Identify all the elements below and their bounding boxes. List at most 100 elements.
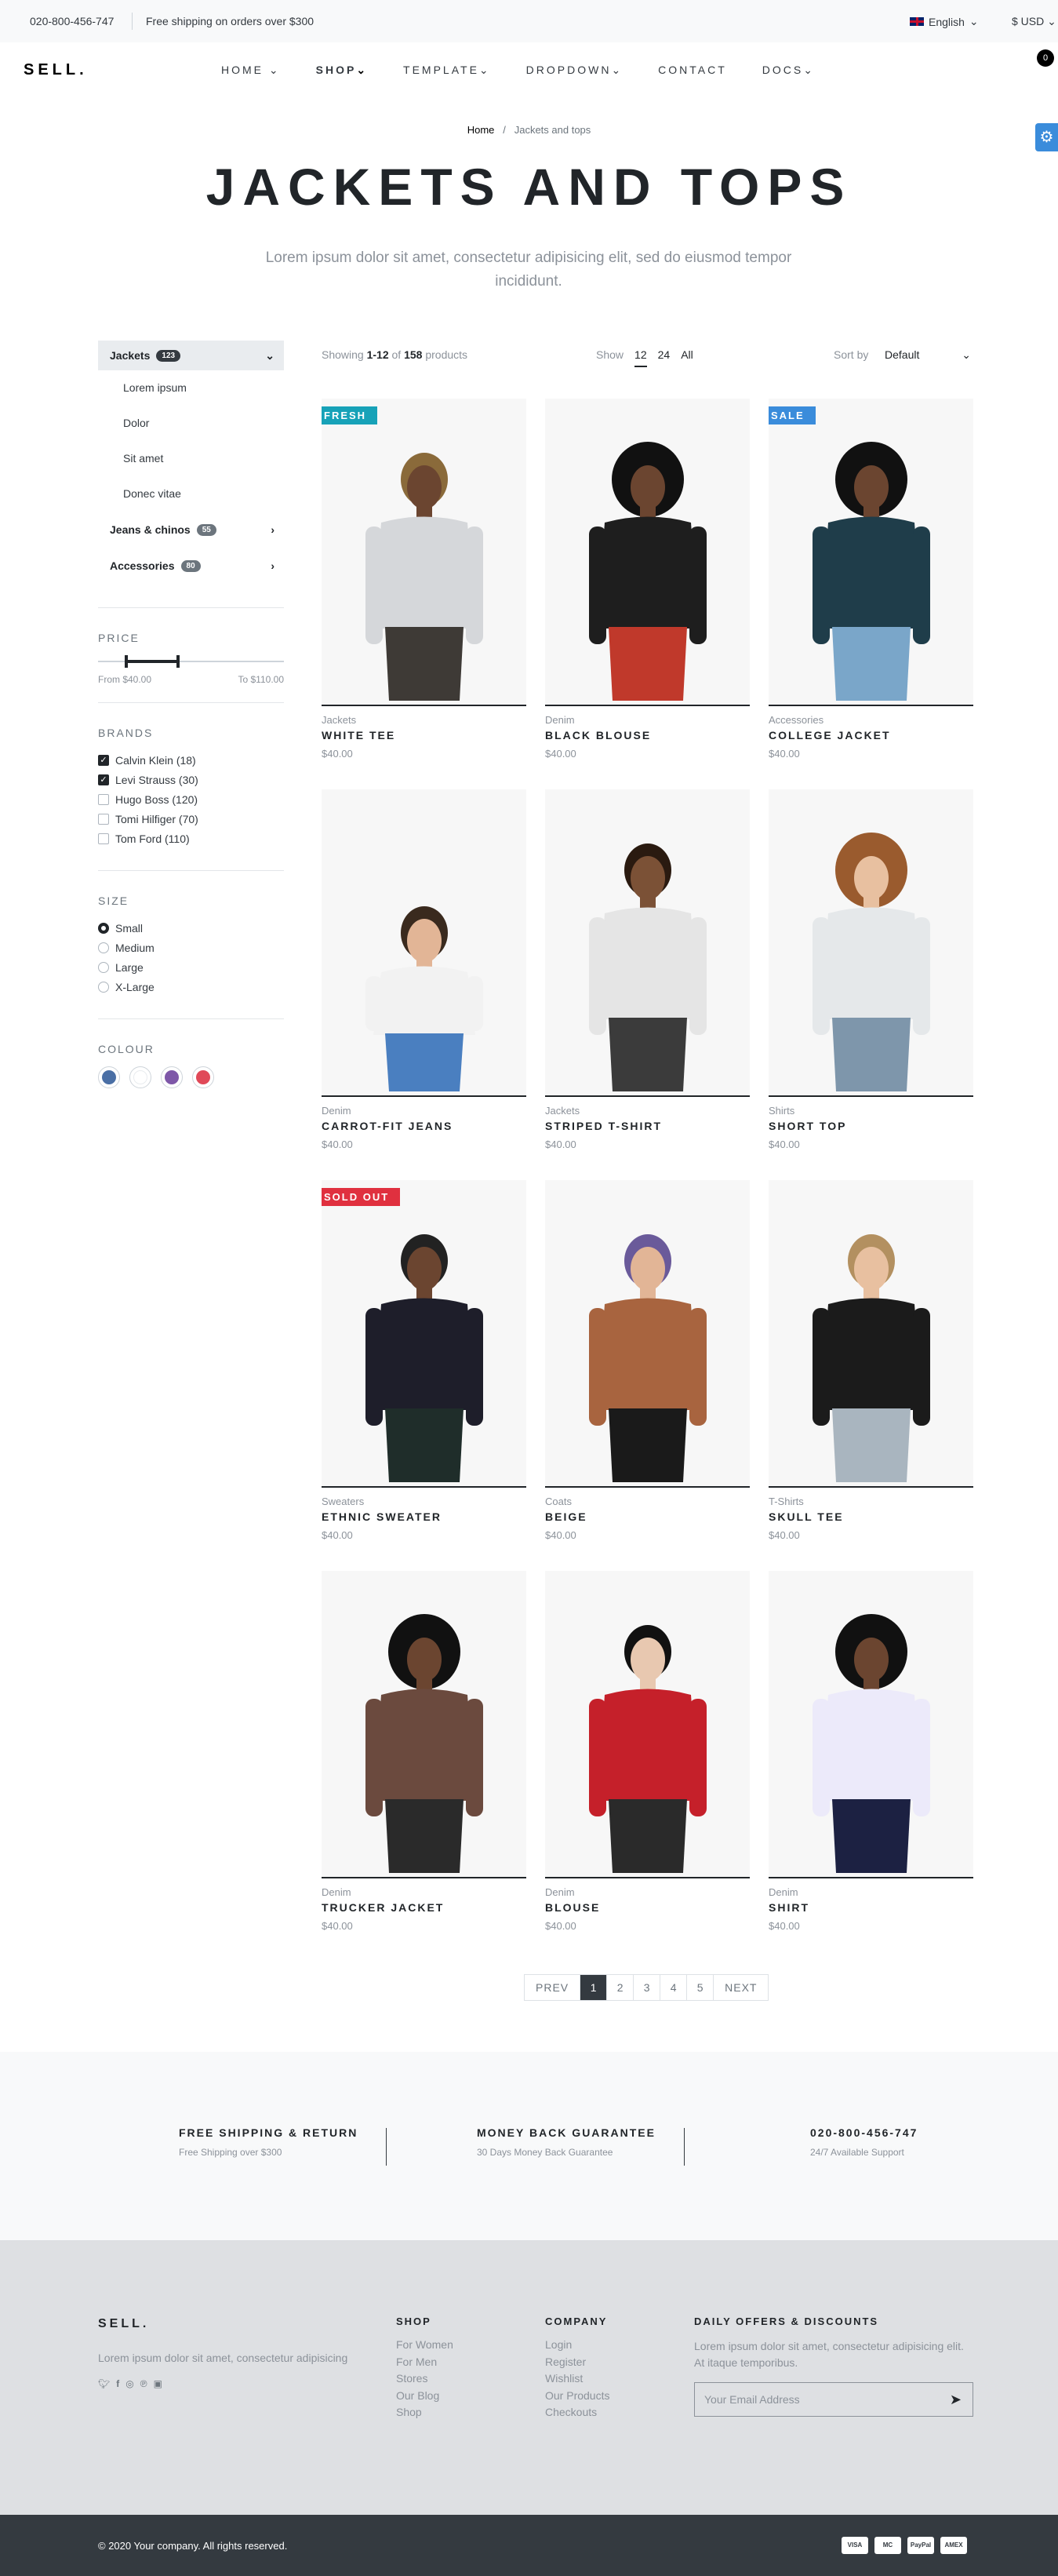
radio-dot[interactable]: [98, 981, 109, 993]
category-accessories[interactable]: Accessories 80 ›: [98, 551, 284, 581]
subcategory-item[interactable]: Lorem ipsum: [98, 370, 284, 406]
pinterest-icon[interactable]: ℗: [140, 2378, 147, 2389]
category-jeans-chinos[interactable]: Jeans & chinos 55 ›: [98, 515, 284, 545]
product-category[interactable]: Sweaters: [322, 1496, 526, 1507]
page-1-button[interactable]: 1: [580, 1975, 608, 2000]
page-4-button[interactable]: 4: [660, 1975, 688, 2000]
category-jackets[interactable]: Jackets 123 ⌄: [98, 341, 284, 370]
subcategory-item[interactable]: Sit amet: [98, 441, 284, 476]
next-page-button[interactable]: NEXT: [714, 1975, 768, 2000]
product-card[interactable]: Shirts SHORT TOP $40.00: [769, 789, 973, 1150]
size-radio[interactable]: X-Large: [98, 977, 284, 997]
radio-dot[interactable]: [98, 942, 109, 953]
product-card[interactable]: Denim BLACK BLOUSE $40.00: [545, 399, 750, 760]
currency-selector[interactable]: $ USD ⌄: [1012, 15, 1056, 28]
brand-checkbox[interactable]: Hugo Boss (120): [98, 789, 284, 809]
product-card[interactable]: SALE Accessories COLLEGE JACKET $40.00: [769, 399, 973, 760]
product-image[interactable]: [545, 789, 750, 1097]
product-card[interactable]: Coats BEIGE $40.00: [545, 1180, 750, 1541]
price-slider[interactable]: [98, 655, 284, 668]
page-5-button[interactable]: 5: [687, 1975, 714, 2000]
brand-checkbox[interactable]: ✓ Calvin Klein (18): [98, 750, 284, 770]
product-card[interactable]: Denim SHIRT $40.00: [769, 1571, 973, 1932]
product-category[interactable]: Denim: [769, 1886, 973, 1898]
brand-checkbox[interactable]: Tom Ford (110): [98, 829, 284, 848]
product-image[interactable]: [769, 1571, 973, 1878]
page-2-button[interactable]: 2: [607, 1975, 634, 2000]
sort-select[interactable]: Default ⌄: [885, 348, 971, 361]
size-radio[interactable]: Small: [98, 918, 284, 938]
product-image[interactable]: [545, 1180, 750, 1488]
radio-dot[interactable]: [98, 922, 109, 934]
product-category[interactable]: Denim: [545, 1886, 750, 1898]
instagram-icon[interactable]: ◎: [125, 2378, 133, 2389]
nav-item-shop[interactable]: SHOP⌄: [316, 64, 368, 77]
cart-count-badge[interactable]: 0: [1037, 49, 1054, 67]
product-image[interactable]: FRESH: [322, 399, 526, 706]
footer-link[interactable]: Checkouts: [545, 2406, 609, 2423]
product-card[interactable]: T-Shirts SKULL TEE $40.00: [769, 1180, 973, 1541]
brand-logo[interactable]: SELL.: [24, 61, 88, 79]
product-image[interactable]: SALE: [769, 399, 973, 706]
checkbox-box[interactable]: ✓: [98, 774, 109, 785]
product-category[interactable]: Denim: [322, 1886, 526, 1898]
product-card[interactable]: SOLD OUT Sweaters ETHNIC SWEATER $40.00: [322, 1180, 526, 1541]
footer-logo[interactable]: SELL.: [98, 2317, 149, 2331]
product-name[interactable]: BEIGE: [545, 1510, 750, 1523]
product-card[interactable]: Jackets STRIPED T-SHIRT $40.00: [545, 789, 750, 1150]
product-image[interactable]: [545, 399, 750, 706]
product-category[interactable]: Accessories: [769, 714, 973, 726]
nav-item-dropdown[interactable]: DROPDOWN⌄: [526, 64, 624, 77]
slider-handle-min[interactable]: [124, 655, 128, 668]
product-name[interactable]: SKULL TEE: [769, 1510, 973, 1523]
colour-swatch[interactable]: [98, 1066, 120, 1088]
nav-item-contact[interactable]: CONTACT: [658, 64, 727, 77]
footer-link[interactable]: Shop: [396, 2406, 453, 2423]
product-category[interactable]: Denim: [545, 714, 750, 726]
nav-item-template[interactable]: TEMPLATE⌄: [403, 64, 491, 77]
product-name[interactable]: SHORT TOP: [769, 1120, 973, 1132]
product-name[interactable]: CARROT-FIT JEANS: [322, 1120, 526, 1132]
subcategory-item[interactable]: Dolor: [98, 406, 284, 441]
product-name[interactable]: SHIRT: [769, 1901, 973, 1914]
colour-swatch[interactable]: [192, 1066, 214, 1088]
product-card[interactable]: FRESH Jackets WHITE TEE $40.00: [322, 399, 526, 760]
slider-handle-max[interactable]: [176, 655, 180, 668]
footer-link[interactable]: Register: [545, 2356, 609, 2373]
footer-link[interactable]: Our Blog: [396, 2389, 453, 2407]
footer-link[interactable]: For Men: [396, 2356, 453, 2373]
brand-checkbox[interactable]: ✓ Levi Strauss (30): [98, 770, 284, 789]
product-image[interactable]: [769, 789, 973, 1097]
language-selector[interactable]: English ⌄: [910, 15, 979, 28]
checkbox-box[interactable]: [98, 813, 109, 825]
footer-link[interactable]: Our Products: [545, 2389, 609, 2407]
size-radio[interactable]: Medium: [98, 938, 284, 957]
newsletter-email-input[interactable]: Your Email Address ➤: [694, 2382, 973, 2417]
checkbox-box[interactable]: [98, 793, 109, 805]
product-image[interactable]: [769, 1180, 973, 1488]
subcategory-item[interactable]: Donec vitae: [98, 476, 284, 512]
product-category[interactable]: Shirts: [769, 1105, 973, 1117]
product-category[interactable]: T-Shirts: [769, 1496, 973, 1507]
twitter-icon[interactable]: 🐦︎: [98, 2378, 110, 2389]
breadcrumb-home[interactable]: Home: [467, 124, 495, 136]
radio-dot[interactable]: [98, 961, 109, 973]
checkbox-box[interactable]: ✓: [98, 754, 109, 766]
checkbox-box[interactable]: [98, 833, 109, 844]
footer-link[interactable]: For Women: [396, 2338, 453, 2356]
send-icon[interactable]: ➤: [950, 2383, 962, 2416]
product-name[interactable]: WHITE TEE: [322, 729, 526, 741]
product-card[interactable]: Denim BLOUSE $40.00: [545, 1571, 750, 1932]
nav-item-home[interactable]: HOME ⌄: [221, 64, 281, 77]
per-page-option[interactable]: 24: [658, 348, 671, 367]
per-page-option[interactable]: All: [681, 348, 693, 367]
footer-link[interactable]: Stores: [396, 2372, 453, 2389]
colour-swatch[interactable]: [161, 1066, 183, 1088]
footer-link[interactable]: Login: [545, 2338, 609, 2356]
vimeo-icon[interactable]: ▣: [154, 2378, 162, 2389]
nav-item-docs[interactable]: DOCS⌄: [762, 64, 815, 77]
brand-checkbox[interactable]: Tomi Hilfiger (70): [98, 809, 284, 829]
product-category[interactable]: Jackets: [322, 714, 526, 726]
facebook-icon[interactable]: f: [116, 2378, 119, 2389]
product-category[interactable]: Coats: [545, 1496, 750, 1507]
